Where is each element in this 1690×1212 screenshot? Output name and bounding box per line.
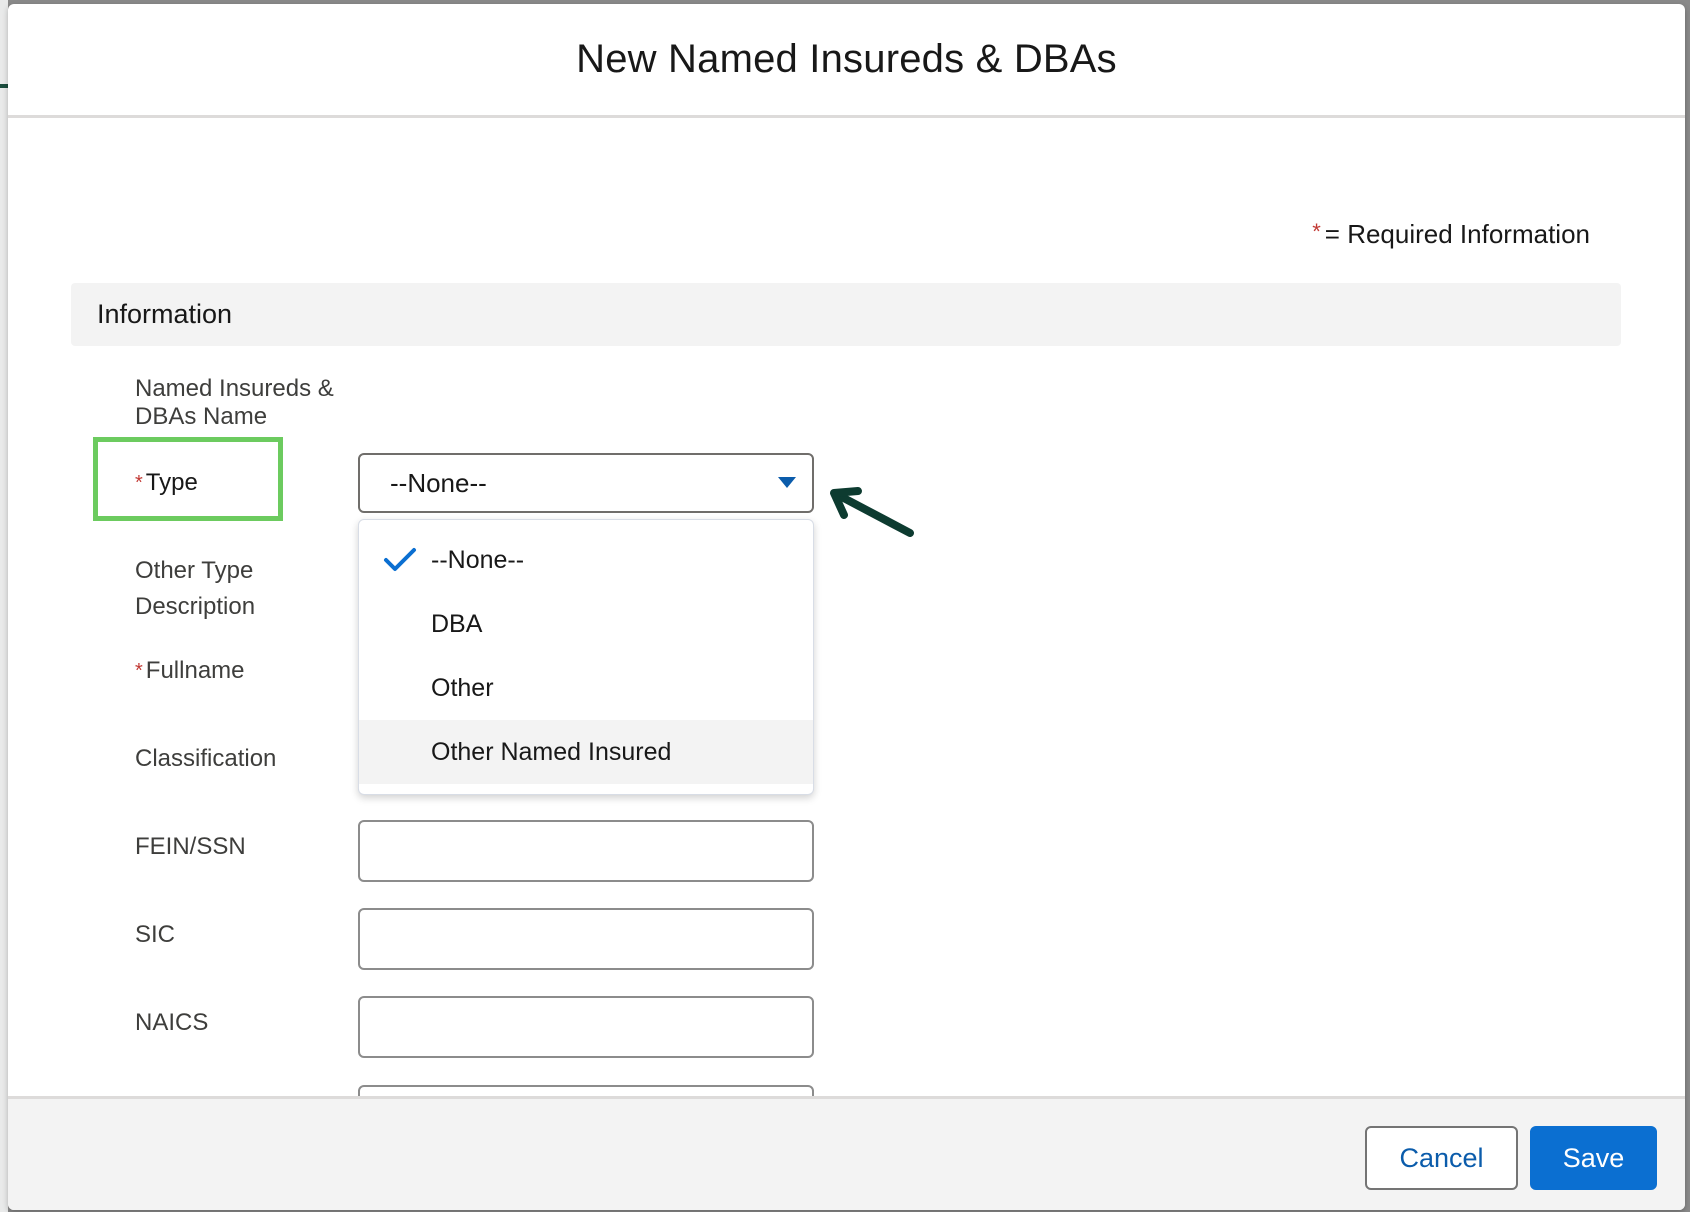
save-button[interactable]: Save [1530, 1126, 1657, 1190]
fein-input[interactable] [358, 820, 814, 882]
dropdown-option-dba[interactable]: DBA [359, 592, 813, 656]
section-header-information[interactable]: Information [71, 283, 1621, 346]
sic-label: SIC [135, 921, 176, 948]
dropdown-option-other[interactable]: Other [359, 656, 813, 720]
fullname-label-text: Fullname [145, 657, 245, 684]
background-page [0, 0, 8, 1212]
required-legend: * = Required Information [1312, 219, 1590, 250]
dropdown-option-label: Other [431, 673, 494, 702]
fullname-label: * Fullname [135, 657, 245, 685]
modal-footer: Cancel Save [8, 1096, 1685, 1210]
modal-title: New Named Insureds & DBAs [576, 37, 1117, 81]
cancel-button[interactable]: Cancel [1365, 1126, 1518, 1190]
section-title: Information [97, 299, 233, 329]
next-field-input[interactable] [358, 1085, 814, 1096]
type-label: * Type [135, 469, 198, 497]
caret-down-icon [778, 477, 796, 488]
type-label-text: Type [145, 469, 198, 496]
modal-body[interactable]: * = Required Information Information Name… [8, 121, 1685, 1096]
background-bar [0, 84, 8, 88]
fein-label: FEIN/SSN [135, 833, 246, 860]
name-label: Named Insureds & DBAs Name [135, 375, 334, 430]
required-star: * [1312, 219, 1321, 244]
required-star: * [135, 472, 143, 494]
modal-header: New Named Insureds & DBAs [8, 4, 1685, 118]
check-icon [384, 548, 416, 571]
dropdown-option-label: --None-- [431, 545, 525, 574]
dropdown-option-label: DBA [431, 609, 483, 638]
sic-input[interactable] [358, 908, 814, 970]
type-select[interactable]: --None-- [358, 453, 814, 513]
naics-input[interactable] [358, 996, 814, 1058]
naics-label: NAICS [135, 1009, 209, 1036]
dropdown-option-label: Other Named Insured [431, 737, 672, 766]
dropdown-option-none[interactable]: --None-- [359, 528, 813, 592]
annotation-arrow-icon [830, 487, 914, 537]
other-type-label: Other Type Description [135, 557, 256, 620]
type-select-value: --None-- [390, 467, 487, 498]
type-dropdown-list: --None-- DBA Other Other Named Insured [358, 519, 814, 795]
dropdown-option-other-named-insured[interactable]: Other Named Insured [359, 720, 813, 784]
required-legend-text: = Required Information [1324, 219, 1590, 249]
new-record-modal: New Named Insureds & DBAs * = Required In… [8, 4, 1685, 1210]
classification-label: Classification [135, 745, 277, 772]
required-star: * [135, 660, 143, 682]
